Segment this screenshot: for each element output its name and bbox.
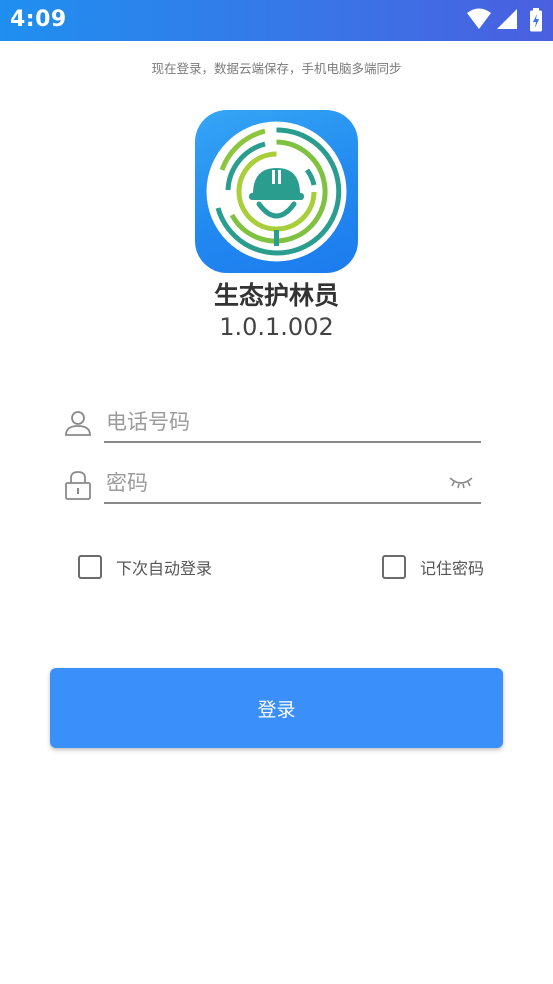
eye-closed-icon[interactable] [449,474,473,490]
lock-icon [65,471,91,500]
auto-login-checkbox[interactable] [78,555,102,579]
status-time: 4:09 [10,7,67,32]
login-hint-text: 现在登录，数据云端保存，手机电脑多端同步 [151,61,402,76]
auto-login-label: 下次自动登录 [116,559,213,578]
app-name: 生态护林员 [213,281,339,310]
app-logo [195,110,358,273]
password-input[interactable] [104,466,438,500]
auto-login-option[interactable]: 下次自动登录 [78,552,212,582]
phone-input[interactable] [104,405,438,439]
wifi-icon [467,8,491,29]
cellular-signal-icon [497,9,517,29]
login-button[interactable]: 登录 [50,668,503,748]
status-bar: 4:09 [0,0,553,41]
user-icon [65,411,91,436]
remember-password-checkbox[interactable] [382,555,406,579]
remember-password-option[interactable]: 记住密码 [382,552,484,582]
forest-ranger-logo-icon [206,121,347,262]
battery-icon [530,8,542,32]
app-version: 1.0.1.002 [219,313,334,341]
password-field [104,466,481,504]
phone-field [104,405,481,443]
remember-password-label: 记住密码 [420,559,485,578]
